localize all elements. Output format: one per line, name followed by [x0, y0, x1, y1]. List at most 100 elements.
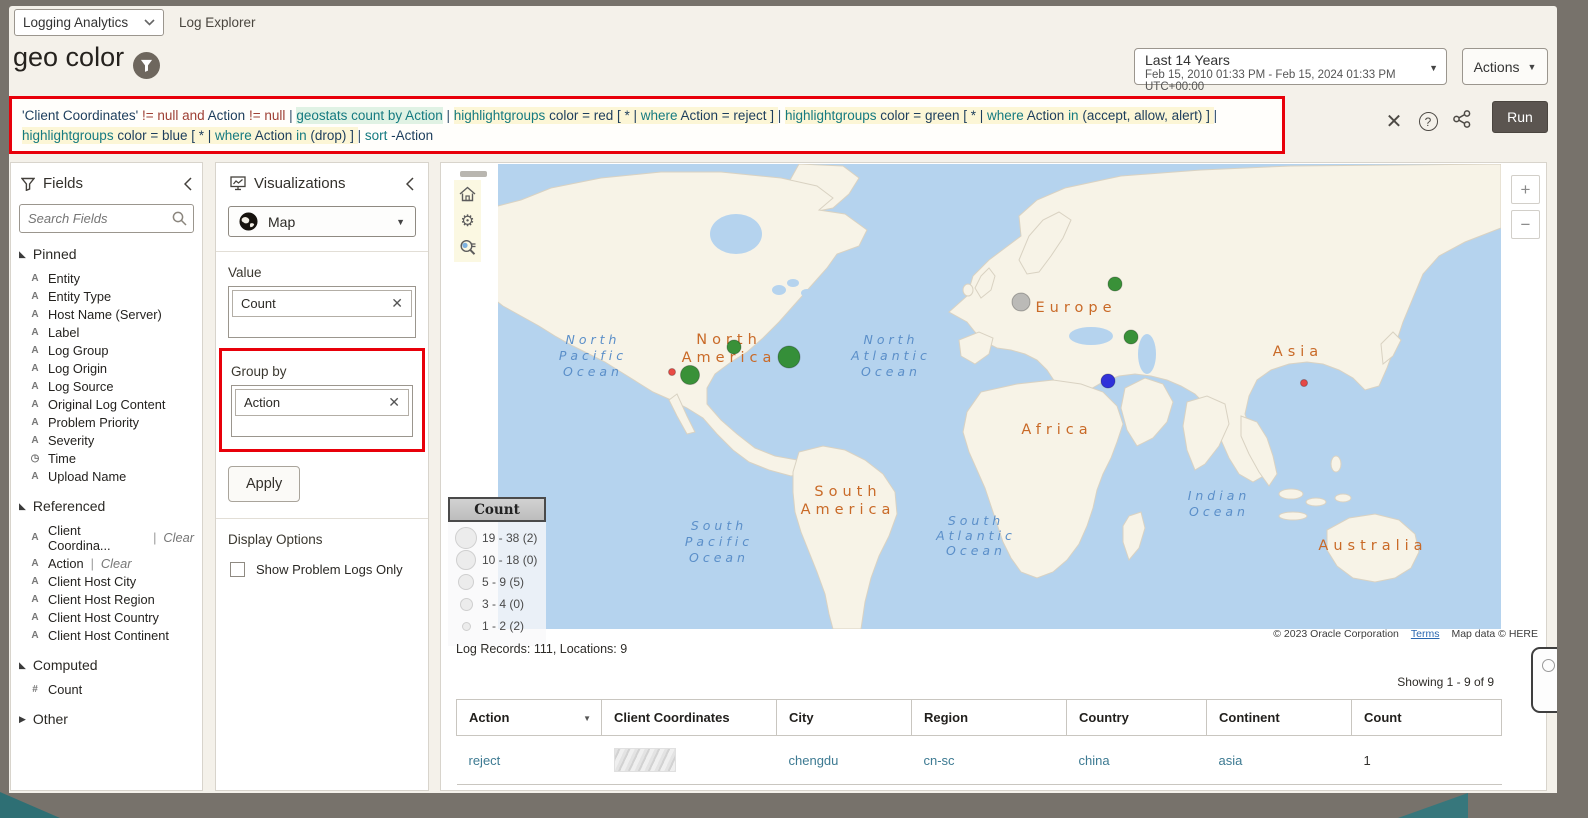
cell-link[interactable]: china	[1079, 753, 1110, 768]
map-land-philippines	[1330, 455, 1342, 473]
legend-bucket[interactable]: 5 - 9 (5)	[454, 573, 540, 591]
field-item[interactable]: A Client Host Continent	[19, 626, 194, 644]
map-zoom-in-button[interactable]: +	[1511, 175, 1540, 204]
field-item[interactable]: A Host Name (Server)	[19, 305, 194, 323]
saved-search-filter-icon[interactable]	[133, 52, 160, 79]
cell-link[interactable]: reject	[469, 753, 501, 768]
map-data-bubble[interactable]	[1100, 373, 1116, 389]
value-field-box[interactable]: Count ✕	[228, 286, 416, 338]
field-item[interactable]: A Client Host City	[19, 572, 194, 590]
field-label: Entity	[48, 270, 81, 286]
map-zoom-out-button[interactable]: −	[1511, 210, 1540, 239]
map-settings-gear-icon[interactable]: ⚙	[458, 211, 478, 231]
field-item[interactable]: A Upload Name	[19, 467, 194, 485]
chart-type-label: Map	[268, 213, 296, 230]
text-field-icon: A	[31, 290, 39, 302]
cell-continent: asia	[1206, 735, 1352, 785]
map-zoom-search-icon[interactable]	[458, 238, 478, 258]
help-icon[interactable]: ?	[1411, 112, 1445, 131]
field-item[interactable]: # Count	[19, 680, 194, 698]
field-item[interactable]: A Action | Clear	[19, 554, 194, 572]
map-great-lake	[801, 289, 813, 297]
column-header-client-coordinates[interactable]: Client Coordinates	[601, 699, 777, 736]
field-item[interactable]: A Client Coordina... | Clear	[19, 521, 194, 554]
query-token: null	[157, 108, 179, 123]
map-data-bubble[interactable]	[1011, 292, 1031, 312]
map-data-bubble[interactable]	[680, 365, 700, 385]
time-range-picker[interactable]: Last 14 Years Feb 15, 2010 01:33 PM - Fe…	[1134, 48, 1447, 93]
terms-link[interactable]: Terms	[1411, 628, 1440, 640]
legend-bucket[interactable]: 19 - 38 (2)	[454, 527, 540, 549]
map-data-bubble[interactable]	[1107, 276, 1123, 292]
text-field-icon: A	[31, 398, 39, 410]
field-item[interactable]: ◷ Time	[19, 449, 194, 467]
legend-bucket[interactable]: 1 - 2 (2)	[454, 617, 540, 635]
field-item[interactable]: A Client Host Country	[19, 608, 194, 626]
cell-link[interactable]: cn-sc	[924, 753, 955, 768]
remove-value-icon[interactable]: ✕	[391, 295, 403, 312]
table-row[interactable]: reject chengdu cn-sc china asia 1	[456, 735, 1502, 785]
legend-bucket[interactable]: 3 - 4 (0)	[454, 595, 540, 613]
sort-descending-icon[interactable]: ▼	[583, 714, 591, 723]
value-chip[interactable]: Count ✕	[232, 290, 412, 317]
field-item[interactable]: A Severity	[19, 431, 194, 449]
groupby-field-box[interactable]: Action ✕	[231, 385, 413, 437]
clear-query-icon[interactable]: ✕	[1377, 111, 1411, 133]
map-data-bubble[interactable]	[1300, 379, 1308, 387]
clear-field-link[interactable]: Clear	[163, 530, 194, 545]
field-item[interactable]: A Label	[19, 323, 194, 341]
field-label: Log Group	[48, 342, 109, 358]
field-item[interactable]: A Log Group	[19, 341, 194, 359]
collapse-panel-icon[interactable]	[406, 176, 414, 191]
show-problem-logs-checkbox[interactable]	[230, 562, 245, 577]
field-label: Count	[48, 681, 83, 697]
groupby-chip[interactable]: Action ✕	[235, 389, 409, 416]
search-query-input[interactable]: 'Client Coordinates' != null and Action …	[9, 96, 1285, 154]
column-header-country[interactable]: Country	[1066, 699, 1207, 736]
column-header-action[interactable]: Action ▼	[456, 699, 602, 736]
visualizations-panel-header: Visualizations	[228, 173, 416, 196]
column-header-continent[interactable]: Continent	[1206, 699, 1352, 736]
map-data-bubble[interactable]	[668, 368, 676, 376]
chevron-down-icon: ▼	[1527, 61, 1537, 72]
apply-button[interactable]: Apply	[228, 466, 301, 502]
legend-bucket[interactable]: 10 - 18 (0)	[454, 550, 540, 570]
cell-link[interactable]: asia	[1219, 753, 1243, 768]
query-token: in	[296, 127, 311, 144]
field-item[interactable]: A Log Origin	[19, 359, 194, 377]
field-item[interactable]: A Client Host Region	[19, 590, 194, 608]
map-data-bubble[interactable]	[726, 339, 742, 355]
field-item[interactable]: A Entity	[19, 269, 194, 287]
clear-field-link[interactable]: Clear	[101, 556, 132, 571]
column-header-city[interactable]: City	[776, 699, 912, 736]
remove-groupby-icon[interactable]: ✕	[388, 394, 400, 411]
column-header-region[interactable]: Region	[911, 699, 1067, 736]
map-home-icon[interactable]	[458, 184, 478, 204]
map-data-bubble[interactable]	[777, 345, 801, 369]
side-drawer-tab[interactable]	[1531, 647, 1557, 713]
map-data-bubble[interactable]	[1123, 329, 1139, 345]
search-fields-input[interactable]	[19, 204, 194, 233]
query-token: color = green [ * |	[880, 107, 987, 124]
fields-section-pinned[interactable]: ◣ Pinned	[19, 246, 194, 262]
share-icon[interactable]	[1445, 110, 1479, 133]
map-ocean-label: South	[948, 513, 1004, 528]
toolbar-drag-handle[interactable]	[460, 171, 487, 177]
cell-link[interactable]: chengdu	[789, 753, 839, 768]
coordinates-thumbnail[interactable]	[613, 748, 676, 772]
collapse-panel-icon[interactable]	[184, 176, 192, 191]
cell-action: reject	[456, 735, 602, 785]
column-header-count[interactable]: Count	[1351, 699, 1502, 736]
fields-section-referenced[interactable]: ◣ Referenced	[19, 498, 194, 514]
fields-section-computed[interactable]: ◣ Computed	[19, 657, 194, 673]
app-selector-dropdown[interactable]: Logging Analytics	[14, 9, 164, 36]
field-item[interactable]: A Problem Priority	[19, 413, 194, 431]
chart-type-dropdown[interactable]: Map ▼	[228, 206, 416, 237]
field-item[interactable]: A Entity Type	[19, 287, 194, 305]
world-map[interactable]: NorthAmericaEuropeAsiaAfricaSouthAmerica…	[498, 164, 1501, 629]
fields-section-other[interactable]: ▶ Other	[19, 711, 194, 727]
run-button[interactable]: Run	[1492, 101, 1548, 133]
field-item[interactable]: A Log Source	[19, 377, 194, 395]
field-item[interactable]: A Original Log Content	[19, 395, 194, 413]
actions-button[interactable]: Actions ▼	[1462, 48, 1548, 85]
